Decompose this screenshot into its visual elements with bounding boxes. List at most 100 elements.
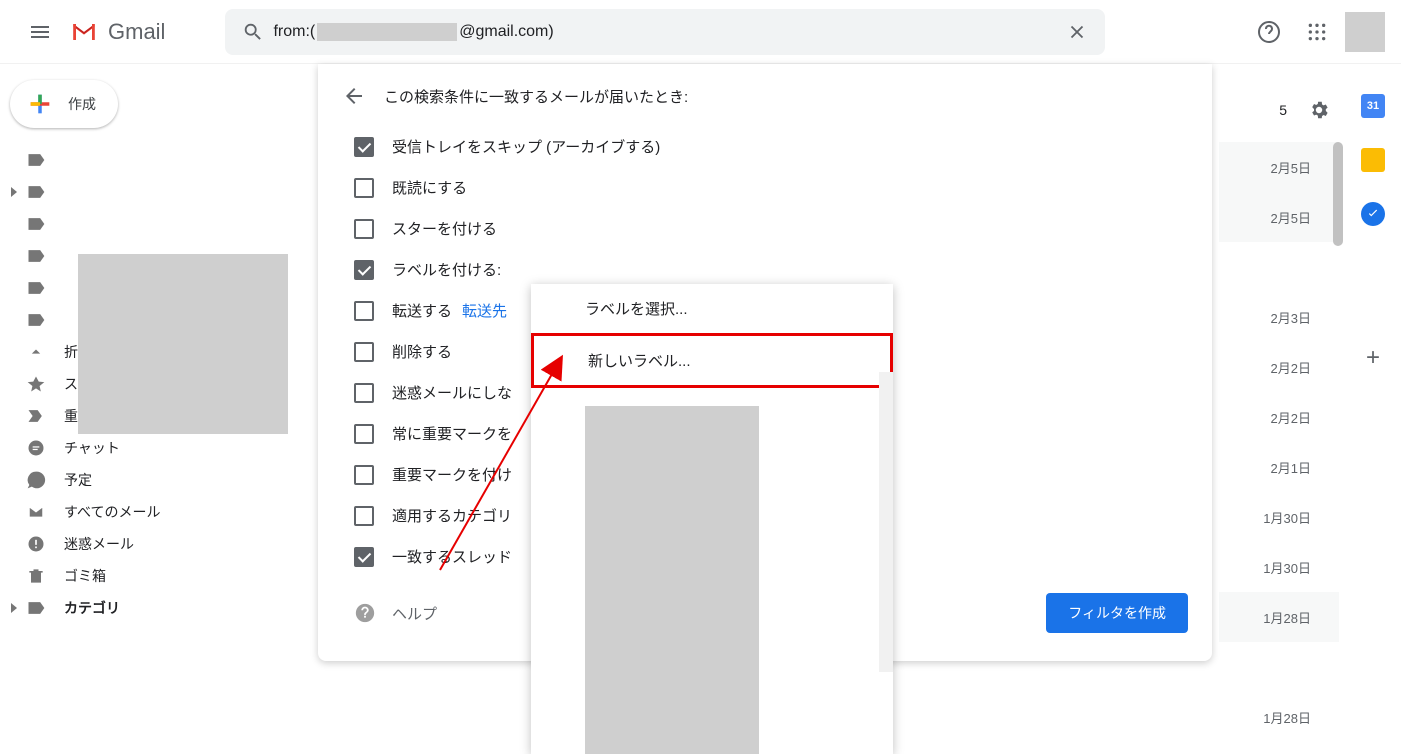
filter-option-label: 常に重要マークを [392,423,512,444]
message-date: 2月1日 [1219,442,1339,492]
label-icon [26,310,46,330]
sidebar-item-2[interactable] [0,208,248,240]
filter-option-label: 既読にする [392,177,467,198]
important-icon [26,406,46,426]
chat-icon [26,438,46,458]
filter-checkbox[interactable] [354,506,374,526]
keep-icon[interactable] [1361,148,1385,172]
sidebar-item-すべてのメール[interactable]: すべてのメール [0,496,248,528]
toolbar-right: 5 [1279,90,1339,130]
sidebar-item-label: ゴミ箱 [64,566,106,586]
label-icon [26,278,46,298]
help-label: ヘルプ [392,603,437,624]
filter-checkbox[interactable] [354,260,374,280]
expand-icon [6,603,22,613]
help-link[interactable]: ヘルプ [354,602,437,624]
sidebar-item-予定[interactable]: 予定 [0,464,248,496]
sidebar-item-ゴミ箱[interactable]: ゴミ箱 [0,560,248,592]
message-date: 2月3日 [1219,292,1339,342]
forward-address-link[interactable]: 転送先 [462,300,507,321]
plus-icon [24,88,56,120]
filter-checkbox[interactable] [354,178,374,198]
help-circle-icon [354,602,376,624]
filter-checkbox[interactable] [354,465,374,485]
sidebar-item-カテゴリ[interactable]: カテゴリ [0,592,248,624]
calendar-icon[interactable]: 31 [1361,94,1385,118]
header: Gmail from:( @gmail.com) [0,0,1401,64]
sidebar-item-1[interactable] [0,176,248,208]
label-icon [26,246,46,266]
message-date: 2月2日 [1219,392,1339,442]
filter-option-label: 一致するスレッド [392,546,512,567]
label-icon [26,150,46,170]
filter-option-label: ラベルを付ける: [392,259,501,280]
search-input[interactable]: from:( @gmail.com) [273,23,1057,41]
filter-option-label: 削除する [392,341,452,362]
filter-option-0: 受信トレイをスキップ (アーカイブする) [318,126,1212,167]
side-panel: 31 + [1345,64,1401,370]
redacted-label-list [585,406,759,754]
message-date-column: 2月5日2月5日2月3日2月2日2月2日2月1日1月30日1月30日1月28日1… [1219,142,1339,742]
input-partial-text: 5 [1279,102,1287,118]
label-select-option[interactable]: ラベルを選択... [531,284,893,333]
dropdown-scrollbar[interactable] [879,372,893,672]
chevron-up-icon [26,342,46,362]
filter-checkbox[interactable] [354,137,374,157]
sidebar-item-0[interactable] [0,144,248,176]
filter-checkbox[interactable] [354,342,374,362]
main-menu-icon[interactable] [16,8,64,56]
filter-option-label: 重要マークを付け [392,464,512,485]
message-date: 1月30日 [1219,492,1339,542]
redacted-email [317,23,457,41]
compose-button[interactable]: 作成 [10,80,118,128]
filter-checkbox[interactable] [354,424,374,444]
filter-checkbox[interactable] [354,301,374,321]
apps-icon[interactable] [1297,12,1337,52]
back-arrow-icon[interactable] [342,84,366,108]
help-icon[interactable] [1249,12,1289,52]
create-filter-button[interactable]: フィルタを作成 [1046,593,1188,633]
message-date: 1月28日 [1219,692,1339,742]
filter-checkbox[interactable] [354,383,374,403]
trash-icon [26,566,46,586]
gmail-logo[interactable]: Gmail [68,16,165,48]
gmail-text: Gmail [108,19,165,45]
clear-search-icon[interactable] [1057,12,1097,52]
redacted-labels [78,254,288,434]
tasks-icon[interactable] [1361,202,1385,226]
sidebar-item-label: すべてのメール [64,502,160,522]
add-addon-icon[interactable]: + [1361,346,1385,370]
gmail-envelope-icon [68,16,100,48]
filter-checkbox[interactable] [354,547,374,567]
filter-option-label: 転送する [392,300,452,321]
filter-header: この検索条件に一致するメールが届いたとき: [318,64,1212,126]
message-date: 1月28日 [1219,592,1339,642]
settings-icon[interactable] [1299,90,1339,130]
filter-title: この検索条件に一致するメールが届いたとき: [384,86,688,107]
search-icon[interactable] [233,12,273,52]
sidebar-item-label: 迷惑メール [64,534,134,554]
message-date: 2月5日 [1219,142,1339,192]
message-date: 1月30日 [1219,542,1339,592]
filter-option-label: 受信トレイをスキップ (アーカイブする) [392,136,660,157]
label-icon [26,182,46,202]
sidebar-item-label: 予定 [64,470,92,490]
label-icon [26,214,46,234]
filter-option-1: 既読にする [318,167,1212,208]
all-mail-icon [26,502,46,522]
search-bar[interactable]: from:( @gmail.com) [225,9,1105,55]
new-label-option[interactable]: 新しいラベル... [531,333,893,388]
filter-option-label: 迷惑メールにしな [392,382,512,403]
scrollbar-thumb[interactable] [1333,142,1343,246]
avatar[interactable] [1345,12,1385,52]
message-date [1219,242,1339,292]
sidebar-item-迷惑メール[interactable]: 迷惑メール [0,528,248,560]
spam-icon [26,534,46,554]
compose-label: 作成 [68,94,96,114]
header-right [1249,12,1385,52]
sidebar-item-チャット[interactable]: チャット [0,432,248,464]
sidebar: 作成 折りたたむスター付き重要チャット予定すべてのメール迷惑メールゴミ箱カテゴリ [0,64,256,753]
schedule-icon [26,470,46,490]
filter-checkbox[interactable] [354,219,374,239]
message-date: 2月2日 [1219,342,1339,392]
